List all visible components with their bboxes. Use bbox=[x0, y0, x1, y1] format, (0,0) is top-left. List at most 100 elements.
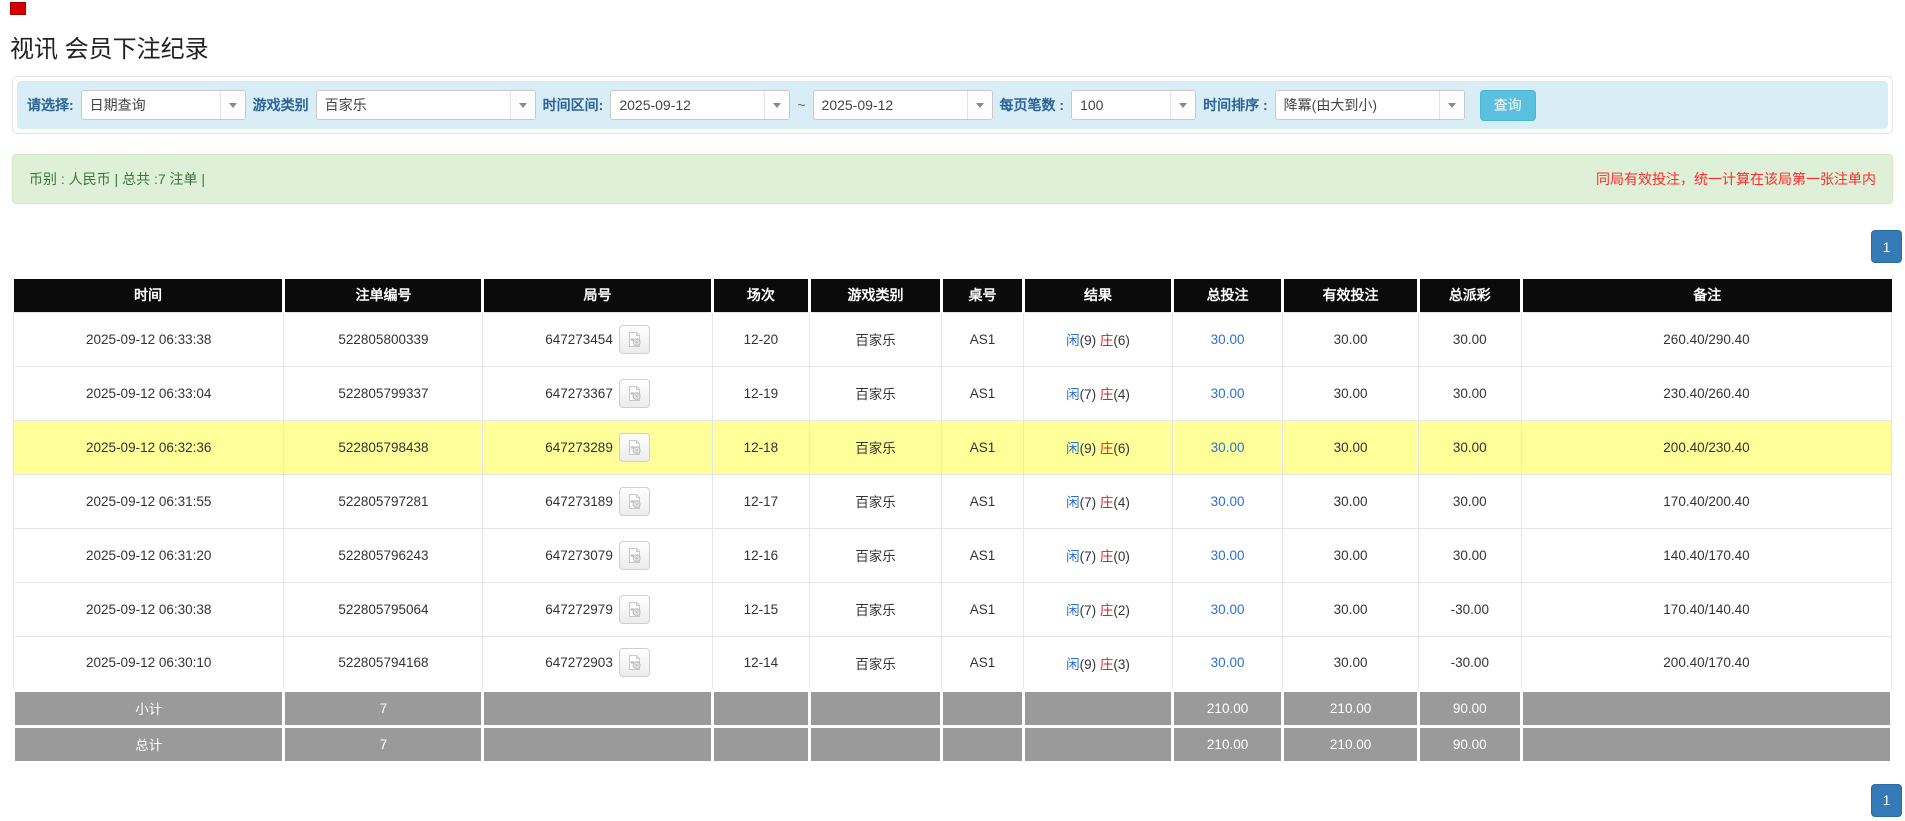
chevron-down-icon[interactable] bbox=[220, 91, 245, 119]
per-page-select[interactable]: 100 bbox=[1071, 90, 1196, 120]
table-row: 2025-09-12 06:33:04522805799337647273367… bbox=[14, 366, 1892, 420]
round-no-text: 647273079 bbox=[545, 548, 613, 563]
table-row: 2025-09-12 06:30:10522805794168647272903… bbox=[14, 636, 1892, 690]
result-banker-score: (4) bbox=[1113, 495, 1130, 510]
footer-label-cell: 总计 bbox=[14, 726, 284, 762]
column-header: 总派彩 bbox=[1418, 279, 1521, 312]
cell-valid-bet: 30.00 bbox=[1283, 474, 1418, 528]
summary-notice-text: 同局有效投注，统一计算在该局第一张注单内 bbox=[1596, 169, 1876, 189]
date-from-select[interactable]: 2025-09-12 bbox=[610, 90, 790, 120]
query-type-select[interactable]: 日期查询 bbox=[81, 90, 246, 120]
footer-empty-cell bbox=[712, 726, 810, 762]
subtotal-row: 小计7210.00210.0090.00 bbox=[14, 690, 1892, 726]
view-video-button[interactable] bbox=[619, 595, 650, 624]
cell-round-no: 647273079 bbox=[483, 528, 712, 582]
chevron-down-icon[interactable] bbox=[764, 91, 789, 119]
result-banker-score: (6) bbox=[1113, 333, 1130, 348]
column-header: 备注 bbox=[1521, 279, 1891, 312]
game-type-select[interactable]: 百家乐 bbox=[316, 90, 536, 120]
result-banker-label: 庄 bbox=[1100, 333, 1114, 348]
view-video-button[interactable] bbox=[619, 379, 650, 408]
round-no-text: 647273367 bbox=[545, 386, 613, 401]
footer-label-cell: 小计 bbox=[14, 690, 284, 726]
cell-game-type: 百家乐 bbox=[810, 474, 941, 528]
cell-result: 闲(9) 庄(3) bbox=[1024, 636, 1172, 690]
cell-table-no: AS1 bbox=[941, 582, 1024, 636]
total-row: 总计7210.00210.0090.00 bbox=[14, 726, 1892, 762]
chevron-down-icon[interactable] bbox=[967, 91, 992, 119]
cell-time: 2025-09-12 06:31:20 bbox=[14, 528, 284, 582]
total-bet-link[interactable]: 30.00 bbox=[1211, 386, 1245, 401]
cell-session: 12-19 bbox=[712, 366, 810, 420]
total-bet-link[interactable]: 30.00 bbox=[1211, 332, 1245, 347]
cell-valid-bet: 30.00 bbox=[1283, 582, 1418, 636]
footer-payout-cell: 90.00 bbox=[1418, 726, 1521, 762]
view-video-button[interactable] bbox=[619, 325, 650, 354]
round-no-wrap: 647272903 bbox=[545, 648, 650, 677]
cell-time: 2025-09-12 06:30:38 bbox=[14, 582, 284, 636]
chevron-down-icon[interactable] bbox=[510, 91, 535, 119]
chevron-down-icon[interactable] bbox=[1170, 91, 1195, 119]
pagination-bottom: 1 bbox=[0, 784, 1902, 817]
cell-total-bet: 30.00 bbox=[1172, 312, 1283, 366]
round-no-text: 647273454 bbox=[545, 332, 613, 347]
cell-game-type: 百家乐 bbox=[810, 636, 941, 690]
result-banker-score: (0) bbox=[1113, 549, 1130, 564]
query-button[interactable]: 查询 bbox=[1480, 90, 1536, 121]
cell-game-type: 百家乐 bbox=[810, 366, 941, 420]
result-player-score: (9) bbox=[1080, 333, 1100, 348]
filter-bar: 请选择: 日期查询 游戏类别 百家乐 时间区间: 2025-09-12 ~ 20… bbox=[17, 81, 1888, 129]
total-bet-link[interactable]: 30.00 bbox=[1211, 548, 1245, 563]
cell-round-no: 647272903 bbox=[483, 636, 712, 690]
cell-time: 2025-09-12 06:33:38 bbox=[14, 312, 284, 366]
cell-session: 12-16 bbox=[712, 528, 810, 582]
footer-empty-cell bbox=[810, 726, 941, 762]
cell-note: 200.40/230.40 bbox=[1521, 420, 1891, 474]
pagination-top: 1 bbox=[0, 230, 1902, 263]
footer-empty-cell bbox=[941, 690, 1024, 726]
cell-table-no: AS1 bbox=[941, 366, 1024, 420]
view-video-button[interactable] bbox=[619, 487, 650, 516]
total-bet-link[interactable]: 30.00 bbox=[1211, 655, 1245, 670]
cell-valid-bet: 30.00 bbox=[1283, 636, 1418, 690]
round-no-wrap: 647273454 bbox=[545, 325, 650, 354]
pagination-page-button[interactable]: 1 bbox=[1871, 784, 1902, 817]
result-banker-label: 庄 bbox=[1100, 495, 1114, 510]
round-no-wrap: 647273189 bbox=[545, 487, 650, 516]
total-bet-link[interactable]: 30.00 bbox=[1211, 602, 1245, 617]
result-banker-label: 庄 bbox=[1100, 387, 1114, 402]
filter-panel: 请选择: 日期查询 游戏类别 百家乐 时间区间: 2025-09-12 ~ 20… bbox=[12, 76, 1893, 134]
column-header: 场次 bbox=[712, 279, 810, 312]
result-player-score: (7) bbox=[1080, 387, 1100, 402]
total-bet-link[interactable]: 30.00 bbox=[1211, 440, 1245, 455]
pagination-page-button[interactable]: 1 bbox=[1871, 230, 1902, 263]
column-header: 游戏类别 bbox=[810, 279, 941, 312]
chevron-down-icon[interactable] bbox=[1439, 91, 1464, 119]
result-player-label: 闲 bbox=[1066, 333, 1080, 348]
cell-payout: 30.00 bbox=[1418, 366, 1521, 420]
cell-bet-no: 522805798438 bbox=[284, 420, 483, 474]
result-player-label: 闲 bbox=[1066, 549, 1080, 564]
cell-note: 260.40/290.40 bbox=[1521, 312, 1891, 366]
per-page-value: 100 bbox=[1072, 97, 1170, 113]
cell-table-no: AS1 bbox=[941, 474, 1024, 528]
cell-valid-bet: 30.00 bbox=[1283, 420, 1418, 474]
column-header: 局号 bbox=[483, 279, 712, 312]
total-bet-link[interactable]: 30.00 bbox=[1211, 494, 1245, 509]
result-banker-score: (6) bbox=[1113, 441, 1130, 456]
cell-bet-no: 522805800339 bbox=[284, 312, 483, 366]
view-video-button[interactable] bbox=[619, 541, 650, 570]
cell-time: 2025-09-12 06:30:10 bbox=[14, 636, 284, 690]
broken-image-icon bbox=[10, 2, 26, 15]
footer-empty-cell bbox=[941, 726, 1024, 762]
result-player-label: 闲 bbox=[1066, 495, 1080, 510]
result-banker-label: 庄 bbox=[1100, 603, 1114, 618]
view-video-button[interactable] bbox=[619, 648, 650, 677]
view-video-button[interactable] bbox=[619, 433, 650, 462]
cell-total-bet: 30.00 bbox=[1172, 582, 1283, 636]
cell-bet-no: 522805797281 bbox=[284, 474, 483, 528]
footer-valid-bet-cell: 210.00 bbox=[1283, 690, 1418, 726]
date-to-select[interactable]: 2025-09-12 bbox=[813, 90, 993, 120]
table-head: 时间注单编号局号场次游戏类别桌号结果总投注有效投注总派彩备注 bbox=[14, 279, 1892, 312]
time-sort-select[interactable]: 降冪(由大到小) bbox=[1275, 90, 1465, 120]
